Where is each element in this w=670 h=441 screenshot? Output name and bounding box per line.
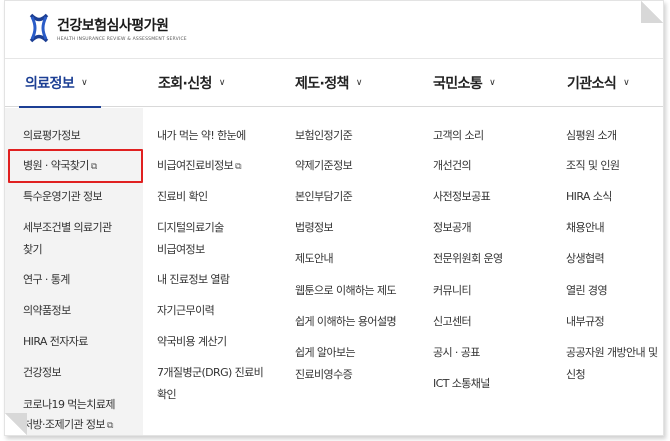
chevron-down-icon: ∨ bbox=[489, 78, 496, 88]
nav-label: 국민소통 bbox=[433, 76, 483, 92]
menu-link-hira-data[interactable]: HIRA 전자자료 bbox=[23, 331, 88, 353]
site-header: 건강보험심사평가원 HEALTH INSURANCE REVIEW & ASSE… bbox=[5, 1, 663, 59]
menu-link-digital-tech-cont[interactable]: 비급여정보 bbox=[157, 239, 205, 261]
menu-link-covid-drugs[interactable]: 코로나19 먹는치료제 bbox=[23, 394, 115, 416]
menu-link-suggestions[interactable]: 개선건의 bbox=[433, 155, 472, 177]
menu-link-report-center[interactable]: 신고센터 bbox=[433, 311, 472, 333]
page-curl-decoration bbox=[641, 1, 663, 23]
nav-label: 기관소식 bbox=[567, 76, 617, 92]
menu-link-pharmacy-calc[interactable]: 약국비용 계산기 bbox=[157, 331, 227, 353]
menu-link-hira-news[interactable]: HIRA 소식 bbox=[566, 186, 612, 208]
menu-link-cooperation[interactable]: 상생협력 bbox=[566, 248, 605, 270]
menu-link-my-medicine[interactable]: 내가 먹는 약! 한눈에 bbox=[157, 125, 246, 147]
hira-logo-icon bbox=[29, 13, 49, 43]
menu-link-drg-cost-cont[interactable]: 확인 bbox=[157, 384, 177, 406]
menu-link-drug-info[interactable]: 의약품정보 bbox=[23, 300, 71, 322]
menu-link-detailed-search[interactable]: 세부조건별 의료기관 bbox=[23, 217, 112, 239]
menu-link-community[interactable]: 커뮤니티 bbox=[433, 280, 472, 302]
menu-link-label: 처방·조제기관 정보 bbox=[23, 418, 106, 431]
chevron-down-icon: ∨ bbox=[81, 78, 88, 88]
main-nav: 의료정보 ∨ 조회·신청 ∨ 제도·정책 ∨ 국민소통 ∨ 기관소식 ∨ bbox=[5, 59, 663, 108]
menu-link-public-resources[interactable]: 공공자원 개방안내 및 bbox=[566, 342, 658, 364]
menu-link-legal-info[interactable]: 법령정보 bbox=[295, 217, 334, 239]
menu-link-digital-tech[interactable]: 디지털의료기술 bbox=[157, 217, 224, 239]
menu-link-work-history[interactable]: 자기근무이력 bbox=[157, 300, 215, 322]
menu-link-about[interactable]: 심평원 소개 bbox=[566, 125, 617, 147]
menu-link-label: 비급여진료비정보 bbox=[157, 159, 234, 172]
external-window-icon: ⧉ bbox=[235, 162, 241, 172]
menu-link-announcements[interactable]: 공시 · 공표 bbox=[433, 342, 480, 364]
nav-policy[interactable]: 제도·정책 ∨ bbox=[295, 59, 362, 107]
nav-label: 조회·신청 bbox=[158, 76, 212, 92]
menu-link-internal-rules[interactable]: 내부규정 bbox=[566, 311, 605, 333]
menu-link-pre-disclosure[interactable]: 사전정보공표 bbox=[433, 186, 491, 208]
menu-link-drug-criteria[interactable]: 약제기준정보 bbox=[295, 155, 353, 177]
menu-link-coverage-criteria[interactable]: 보험인정기준 bbox=[295, 125, 353, 147]
menu-link-webtoon[interactable]: 웹툰으로 이해하는 제도 bbox=[295, 280, 397, 302]
menu-link-committee[interactable]: 전문위원회 운영 bbox=[433, 248, 503, 270]
menu-link-drg-cost[interactable]: 7개질병군(DRG) 진료비 bbox=[157, 362, 264, 384]
menu-link-glossary[interactable]: 쉽게 이해하는 용어설명 bbox=[295, 311, 397, 333]
nav-agency[interactable]: 기관소식 ∨ bbox=[567, 59, 630, 107]
menu-link-copay-criteria[interactable]: 본인부담기준 bbox=[295, 186, 353, 208]
nav-communication[interactable]: 국민소통 ∨ bbox=[433, 59, 496, 107]
menu-link-info-disclosure[interactable]: 정보공개 bbox=[433, 217, 472, 239]
menu-link-quality-info[interactable]: 의료평가정보 bbox=[23, 125, 81, 147]
menu-link-open-management[interactable]: 열린 경영 bbox=[566, 280, 608, 302]
nav-label: 의료정보 bbox=[25, 76, 75, 92]
menu-link-special-institutions[interactable]: 특수운영기관 정보 bbox=[23, 186, 103, 208]
menu-link-detailed-search-cont[interactable]: 찾기 bbox=[23, 239, 43, 261]
menu-link-organization[interactable]: 조직 및 인원 bbox=[566, 155, 620, 177]
menu-link-health-info[interactable]: 건강정보 bbox=[23, 362, 62, 384]
external-window-icon: ⧉ bbox=[106, 421, 113, 431]
page-curl-decoration bbox=[5, 413, 27, 435]
menu-link-recruitment[interactable]: 채용안내 bbox=[566, 217, 605, 239]
menu-link-public-resources-cont[interactable]: 신청 bbox=[566, 364, 586, 386]
chevron-down-icon: ∨ bbox=[623, 78, 630, 88]
nav-medical-info[interactable]: 의료정보 ∨ bbox=[18, 59, 102, 108]
menu-link-cost-check[interactable]: 진료비 확인 bbox=[157, 186, 208, 208]
highlight-box bbox=[8, 149, 143, 183]
menu-link-receipt-guide[interactable]: 쉽게 알아보는 bbox=[295, 342, 356, 364]
nav-label: 제도·정책 bbox=[295, 76, 349, 92]
menu-link-receipt-guide-cont[interactable]: 진료비영수증 bbox=[295, 364, 353, 386]
menu-link-ict-channel[interactable]: ICT 소통채널 bbox=[433, 373, 490, 395]
site-logo[interactable]: 건강보험심사평가원 HEALTH INSURANCE REVIEW & ASSE… bbox=[27, 11, 187, 45]
org-name: 건강보험심사평가원 bbox=[57, 17, 169, 34]
page-frame: 건강보험심사평가원 HEALTH INSURANCE REVIEW & ASSE… bbox=[4, 0, 664, 436]
chevron-down-icon: ∨ bbox=[355, 78, 363, 88]
nav-inquiry[interactable]: 조회·신청 ∨ bbox=[158, 59, 225, 107]
menu-link-system-guide[interactable]: 제도안내 bbox=[295, 248, 334, 270]
chevron-down-icon: ∨ bbox=[218, 78, 226, 88]
menu-link-my-records[interactable]: 내 진료정보 열람 bbox=[157, 269, 230, 291]
org-subtitle: HEALTH INSURANCE REVIEW & ASSESSMENT SER… bbox=[57, 36, 187, 42]
menu-link-research-stats[interactable]: 연구 · 통계 bbox=[23, 269, 70, 291]
menu-link-customer-voice[interactable]: 고객의 소리 bbox=[433, 125, 484, 147]
menu-link-noncovered-cost[interactable]: 비급여진료비정보 ⧉ bbox=[157, 155, 242, 178]
menu-link-covid-drugs-cont[interactable]: 처방·조제기관 정보 ⧉ bbox=[23, 414, 113, 435]
